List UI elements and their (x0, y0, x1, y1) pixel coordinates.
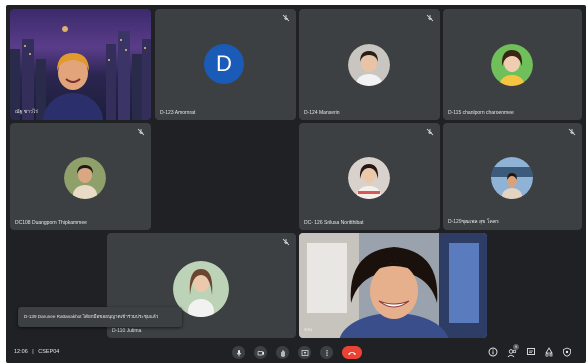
participant-name: D-129ชุฒเพล สุข โคตร (448, 219, 499, 225)
avatar-photo (491, 44, 533, 86)
self-video (299, 233, 487, 338)
participant-tile-3[interactable]: D-124 Manserin (299, 9, 440, 120)
raise-hand-icon (280, 350, 285, 357)
participant-tile-7[interactable]: D-129ชุฒเพล สุข โคตร (443, 123, 582, 230)
present-button[interactable] (298, 346, 311, 359)
participant-tile-1[interactable]: ณัฐ ชาวไร่ (10, 9, 151, 120)
raise-hand-button[interactable] (276, 346, 289, 359)
avatar-initial: D (204, 44, 244, 84)
muted-mic-icon (426, 128, 434, 136)
muted-mic-icon (137, 128, 145, 136)
participant-name: D-115 chanlporn charoenmee (448, 110, 514, 116)
meeting-time: 12:06 (14, 349, 28, 355)
camera-icon (257, 350, 264, 355)
present-icon (301, 349, 308, 356)
more-options-button[interactable] (320, 346, 333, 359)
end-call-icon (348, 351, 356, 355)
meeting-info: 12:06 | CSEP04 (14, 349, 59, 355)
presenter-figure (43, 53, 103, 120)
participant-name: ณัฐ ชาวไร่ (15, 109, 38, 115)
meet-window: ณัฐ ชาวไร่ D D-123 Amornrat D-124 Manser… (6, 5, 586, 363)
control-bar: 12:06 | CSEP04 9 (6, 341, 586, 363)
meeting-code: CSEP04 (38, 349, 60, 355)
avatar-photo (348, 44, 390, 86)
avatar-photo (348, 157, 390, 199)
muted-mic-icon (568, 128, 576, 136)
participant-name: DC- 126 Srilusa Noritthibat (304, 220, 364, 226)
participant-name: D-124 Manserin (304, 110, 340, 116)
camera-button[interactable] (254, 346, 267, 359)
host-controls-icon[interactable] (562, 347, 572, 357)
participant-tile-5[interactable]: DC108 Duangporn Thipkammee (10, 123, 151, 230)
raise-hand-notification: D-139 Darunee Rattanakhot ได้ยกมือขออนุญ… (18, 307, 182, 327)
info-icon[interactable] (488, 347, 498, 357)
people-button[interactable]: 9 (506, 344, 520, 359)
participant-name: D-123 Amornrat (160, 110, 196, 116)
participant-name: D-110 Jutima (112, 328, 142, 334)
muted-mic-icon (426, 14, 434, 22)
avatar-photo (64, 157, 106, 199)
chat-icon[interactable] (526, 347, 536, 357)
muted-mic-icon (282, 14, 290, 22)
participant-count-badge: 9 (513, 344, 519, 350)
screenshot-frame: ณัฐ ชาวไร่ D D-123 Amornrat D-124 Manser… (0, 0, 586, 363)
muted-mic-icon (282, 238, 290, 246)
self-video-tile[interactable]: คุณ (299, 233, 487, 338)
avatar-photo (491, 157, 533, 199)
leave-call-button[interactable] (342, 346, 362, 359)
activities-icon[interactable] (544, 347, 554, 357)
participant-tile-2[interactable]: D D-123 Amornrat (155, 9, 296, 120)
participant-name: DC108 Duangporn Thipkammee (15, 220, 87, 226)
participant-tile-4[interactable]: D-115 chanlporn charoenmee (443, 9, 582, 120)
mic-button[interactable] (232, 346, 245, 359)
mic-icon (236, 349, 241, 356)
separator: | (32, 349, 34, 355)
more-icon (325, 349, 328, 356)
participant-tile-6[interactable]: DC- 126 Srilusa Noritthibat (299, 123, 440, 230)
self-name: คุณ (304, 327, 312, 333)
